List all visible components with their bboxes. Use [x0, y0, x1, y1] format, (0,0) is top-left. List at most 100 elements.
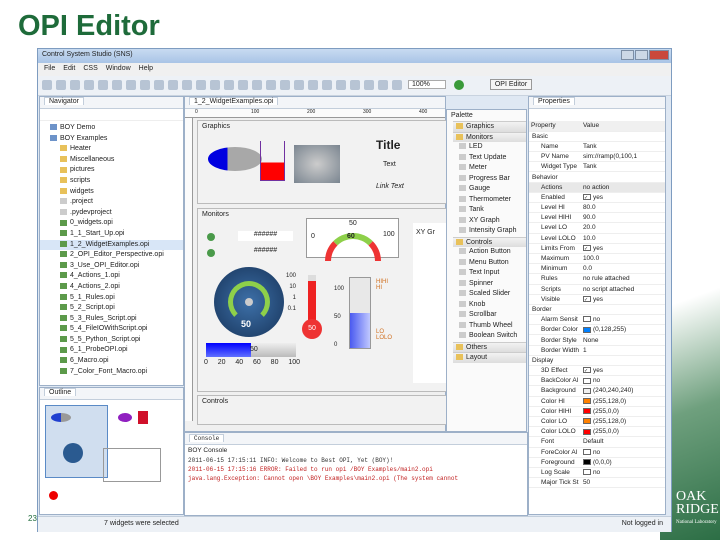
navigator-item[interactable]: 4_Actions_2.opi [40, 282, 183, 293]
palette-item[interactable]: Intensity Graph [453, 226, 526, 237]
palette-item[interactable]: Progress Bar [453, 174, 526, 185]
navigator-item[interactable]: 0_widgets.opi [40, 218, 183, 229]
toolbar-icon[interactable] [112, 79, 122, 90]
toolbar-icon[interactable] [126, 79, 136, 90]
toolbar-icon[interactable] [294, 79, 304, 90]
checkbox[interactable]: ✓ [582, 367, 591, 374]
menu-file[interactable]: File [44, 65, 55, 72]
toolbar-icon[interactable] [168, 79, 178, 90]
property-row[interactable]: PV Name sim://ramp(0,100,1 [529, 151, 665, 163]
checkbox[interactable] [582, 316, 591, 323]
toolbar-icon[interactable] [56, 79, 66, 90]
toolbar-icon[interactable] [336, 79, 346, 90]
property-row[interactable]: BackColor Al no [529, 375, 665, 387]
checkbox[interactable] [582, 377, 591, 384]
property-value[interactable]: (0,0,0) [580, 457, 665, 468]
image-widget[interactable] [294, 145, 340, 183]
toolbar-icon[interactable] [308, 79, 318, 90]
property-row[interactable]: Level LOLO 10.0 [529, 233, 665, 244]
property-value[interactable]: no [580, 375, 665, 387]
perspective-button[interactable]: OPI Editor [489, 79, 533, 90]
checkbox[interactable] [582, 469, 591, 476]
toolbar-icon[interactable] [42, 79, 52, 90]
property-row[interactable]: Border Width 1 [529, 345, 665, 356]
console-tab[interactable]: Console [189, 434, 225, 442]
navigator-item[interactable]: 5_2_Script.opi [40, 303, 183, 314]
progress-bar-widget[interactable]: 50 [206, 343, 296, 357]
checkbox[interactable] [582, 448, 591, 455]
property-value[interactable]: Tank [580, 141, 665, 153]
property-value[interactable]: ✓ yes [580, 365, 665, 377]
toolbar-icon[interactable] [238, 79, 248, 90]
property-value[interactable]: (255,128,0) [580, 416, 665, 428]
palette-item[interactable]: XY Graph [453, 216, 526, 227]
palette-item[interactable]: Action Button [453, 247, 526, 258]
property-value[interactable]: no action [580, 182, 665, 193]
menu-edit[interactable]: Edit [63, 65, 75, 72]
menu-css[interactable]: CSS [83, 65, 97, 72]
navigator-item[interactable]: 5_1_Rules.opi [40, 293, 183, 304]
palette-item[interactable]: LED [453, 142, 526, 153]
led-widget[interactable] [207, 233, 215, 241]
property-value[interactable]: 100.0 [580, 253, 665, 265]
property-row[interactable]: Actions no action [529, 182, 665, 193]
toolbar-icon[interactable] [350, 79, 360, 90]
property-row[interactable]: Color LO (255,128,0) [529, 416, 665, 428]
property-value[interactable]: Default [580, 436, 665, 448]
navigator-item[interactable]: 1_2_WidgetExamples.opi [40, 239, 183, 251]
property-row[interactable]: Limits From ✓ yes [529, 243, 665, 254]
property-row[interactable]: Font Default [529, 436, 665, 448]
toolbar-icon[interactable] [266, 79, 276, 90]
palette-item[interactable]: Thumb Wheel [453, 321, 526, 332]
property-row[interactable]: Basic [529, 131, 665, 142]
property-value[interactable]: no script attached [580, 284, 665, 295]
navigator-item[interactable]: 5_3_Rules_Script.opi [40, 314, 183, 325]
navigator-item[interactable]: BOY Examples [40, 134, 183, 145]
property-value[interactable]: sim://ramp(0,100,1 [580, 151, 665, 163]
property-row[interactable]: Name Tank [529, 141, 665, 153]
navigator-item[interactable]: 2_OPI_Editor_Perspective.opi [40, 250, 183, 261]
toolbar-icon[interactable] [378, 79, 388, 90]
property-value[interactable]: 0.0 [580, 263, 665, 275]
property-value[interactable]: (255,0,0) [580, 406, 665, 417]
toolbar-icon[interactable] [70, 79, 80, 90]
property-value[interactable]: ✓ yes [580, 294, 665, 305]
navigator-item[interactable]: 6_Macro.opi [40, 356, 183, 367]
property-row[interactable]: Display [529, 355, 665, 367]
property-row[interactable]: Behavior [529, 171, 665, 183]
palette-item[interactable]: Menu Button [453, 258, 526, 269]
property-row[interactable]: Border Color (0,128,255) [529, 324, 665, 336]
property-value[interactable]: no rule attached [580, 273, 665, 285]
navigator-item[interactable]: 1_1_Start_Up.opi [40, 229, 183, 240]
property-value[interactable]: (255,128,0) [580, 396, 665, 407]
toolbar-icon[interactable] [392, 79, 402, 90]
maximize-button[interactable] [635, 50, 648, 60]
property-row[interactable]: Major Tick St 50 [529, 477, 665, 489]
meter-widget[interactable]: 0 50 100 60 [306, 218, 399, 261]
property-row[interactable]: Widget Type Tank [529, 161, 665, 173]
navigator-item[interactable]: widgets [40, 187, 183, 198]
navigator-item[interactable]: 7_Color_Font_Macro.opi [40, 367, 183, 378]
palette-category[interactable]: Layout [453, 352, 526, 363]
zoom-select[interactable]: 100% [407, 80, 446, 89]
palette-category[interactable]: Others [453, 341, 526, 352]
toolbar-icon[interactable] [196, 79, 206, 90]
property-value[interactable]: ✓ yes [580, 243, 665, 254]
monitors-group[interactable]: Monitors ###### ###### 0 50 100 60 50 50… [197, 208, 453, 392]
property-row[interactable]: Log Scale no [529, 467, 665, 479]
toolbar-icon[interactable] [84, 79, 94, 90]
navigator-item[interactable]: scripts [40, 176, 183, 187]
property-value[interactable]: (255,0,0) [580, 426, 665, 438]
property-row[interactable]: Border [529, 304, 665, 316]
navigator-item[interactable]: 6_1_ProbeOPI.opi [40, 345, 183, 356]
navigator-tab[interactable]: Navigator [44, 97, 84, 105]
graphics-group[interactable]: Graphics Title Text Link Text [197, 120, 449, 204]
navigator-item[interactable]: Miscellaneous [40, 155, 183, 166]
palette-item[interactable]: Tank [453, 205, 526, 216]
property-value[interactable]: 80.0 [580, 202, 665, 214]
navigator-item[interactable]: 3_Use_OPI_Editor.opi [40, 261, 183, 272]
link-label[interactable]: Link Text [376, 183, 404, 190]
toolbar-icon[interactable] [182, 79, 192, 90]
palette-item[interactable]: Scrollbar [453, 310, 526, 321]
toolbar-icon[interactable] [210, 79, 220, 90]
